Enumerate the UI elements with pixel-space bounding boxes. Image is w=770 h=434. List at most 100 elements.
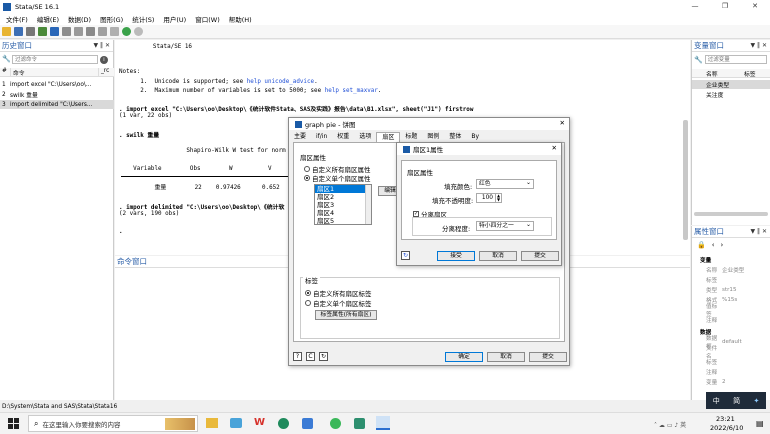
wrench-icon[interactable]: 🔧 [2, 55, 11, 63]
slice-item[interactable]: 扇区2 [315, 193, 371, 201]
variable-row[interactable]: 关注度 [692, 90, 770, 99]
slice-item[interactable]: 扇区5 [315, 217, 371, 225]
variables-manager-icon[interactable] [110, 27, 119, 36]
tab-options[interactable]: 选项 [354, 132, 376, 142]
col-label[interactable]: 标签 [744, 69, 756, 78]
ok-button[interactable]: 确定 [445, 352, 483, 362]
history-filter-input[interactable] [12, 55, 98, 64]
tab-main[interactable]: 主要 [289, 132, 311, 142]
variables-filter-input[interactable] [704, 55, 767, 64]
opacity-spinner[interactable]: 100 ▲ ▼ [476, 193, 502, 203]
reset-icon[interactable]: ↻ [401, 251, 410, 260]
col-number[interactable]: # [0, 68, 10, 76]
menu-data[interactable]: 数据(D) [68, 14, 91, 24]
history-row[interactable]: 2 swilk 重量 [0, 90, 114, 100]
ime-mode[interactable]: 中 [713, 396, 720, 406]
help-link[interactable]: help set_maxvar [325, 88, 378, 94]
print-icon[interactable] [26, 27, 35, 36]
notification-icon[interactable]: ▤ [756, 419, 764, 428]
prop-value[interactable]: default [720, 339, 742, 345]
cancel-button[interactable]: 取消 [479, 251, 517, 261]
history-row[interactable]: 1 import excel "C:\Users\oo\... [0, 80, 114, 89]
pane-controls-icon[interactable]: ▼ ‖ ✕ [94, 42, 110, 49]
radio-single-slice[interactable]: 自定义单个扇区属性 [304, 173, 371, 183]
slice-item[interactable]: 扇区3 [315, 201, 371, 209]
prop-value[interactable]: 2 [720, 379, 726, 385]
variable-row-selected[interactable]: 企业类型 [692, 80, 770, 89]
ime-indicator[interactable]: 中 简 ✦ [706, 392, 766, 409]
radio-all-labels[interactable]: 自定义所有扇区标签 [305, 288, 372, 298]
app-icon[interactable] [302, 418, 313, 429]
tab-by[interactable]: By [466, 132, 484, 142]
section-variable[interactable]: 变量 [692, 256, 711, 264]
app-icon[interactable] [278, 418, 289, 429]
tab-weights[interactable]: 权重 [332, 132, 354, 142]
menu-file[interactable]: 文件(F) [6, 14, 28, 24]
pane-controls-icon[interactable]: ▼ ‖ ✕ [751, 42, 767, 49]
forward-icon[interactable]: › [721, 241, 724, 249]
history-row-selected[interactable]: 3 import delimited "C:\Users... [0, 100, 114, 109]
open-icon[interactable] [2, 27, 11, 36]
back-icon[interactable]: ‹ [712, 241, 715, 249]
scrollbar[interactable] [694, 212, 768, 216]
tab-if-in[interactable]: if/in [311, 132, 332, 142]
ime-charset[interactable]: 简 [733, 396, 740, 406]
close-icon[interactable]: ✕ [552, 144, 557, 152]
minimize-button[interactable]: — [680, 0, 710, 13]
data-browser-icon[interactable] [98, 27, 107, 36]
col-rc[interactable]: _rc [98, 68, 109, 76]
more-icon[interactable] [122, 27, 131, 36]
file-explorer-icon[interactable] [206, 418, 218, 428]
col-command[interactable]: 命令 [10, 68, 98, 77]
log-icon[interactable] [38, 27, 47, 36]
taskbar-search[interactable]: ⌕ 在这里输入你要搜索的内容 [28, 415, 198, 432]
col-name[interactable]: 名称 [692, 69, 744, 78]
scrollbar[interactable] [683, 120, 688, 240]
pane-controls-icon[interactable]: ▼ ‖ ✕ [751, 228, 767, 235]
menu-statistics[interactable]: 统计(S) [132, 14, 154, 24]
stata-taskbar-icon[interactable] [376, 416, 390, 430]
close-button[interactable]: ✕ [740, 0, 770, 13]
submit-button[interactable]: 提交 [529, 352, 567, 362]
windows-start-icon[interactable] [8, 418, 19, 429]
app-icon[interactable] [354, 418, 365, 429]
clock-date[interactable]: 2022/6/10 [710, 424, 743, 432]
close-icon[interactable]: ✕ [560, 119, 565, 127]
graph-icon[interactable] [62, 27, 71, 36]
wps-icon[interactable]: W [254, 417, 266, 429]
slice-listbox[interactable]: 扇区1 扇区2 扇区3 扇区4 扇区5 [314, 184, 372, 225]
accept-button[interactable]: 接受 [437, 251, 475, 261]
slice-item-selected[interactable]: 扇区1 [315, 185, 371, 193]
lock-icon[interactable]: 🔒 [697, 241, 706, 249]
menu-user[interactable]: 用户(U) [163, 14, 186, 24]
cancel-button[interactable]: 取消 [487, 352, 525, 362]
help-icon[interactable]: ? [293, 352, 302, 361]
fill-color-select[interactable]: 红色 [476, 178, 534, 189]
tray-icons[interactable]: ˄ ☁ ▭ ♪ 英 [654, 420, 686, 429]
submit-button[interactable]: 提交 [521, 251, 559, 261]
menu-graphics[interactable]: 图形(G) [100, 14, 123, 24]
clock-time[interactable]: 23:21 [716, 415, 735, 423]
tab-legend[interactable]: 图例 [422, 132, 444, 142]
radio-single-label[interactable]: 自定义单个扇区标签 [305, 298, 372, 308]
scrollbar[interactable] [365, 185, 371, 224]
info-icon[interactable]: i [100, 55, 108, 64]
save-icon[interactable] [14, 27, 23, 36]
distance-select[interactable]: 特小四分之一 [476, 220, 534, 231]
break-icon[interactable] [134, 27, 143, 36]
copy-command-icon[interactable]: C [306, 352, 315, 361]
menu-edit[interactable]: 编辑(E) [37, 14, 59, 24]
tab-titles[interactable]: 标题 [400, 132, 422, 142]
reset-icon[interactable]: ↻ [319, 352, 328, 361]
ime-settings-icon[interactable]: ✦ [753, 397, 759, 405]
tab-slices[interactable]: 扇区 [376, 132, 401, 142]
tab-overall[interactable]: 整体 [444, 132, 466, 142]
menu-help[interactable]: 帮助(H) [229, 14, 252, 24]
help-link[interactable]: help unicode_advice [247, 79, 314, 85]
prop-value[interactable]: str15 [720, 287, 737, 293]
label-properties-button[interactable]: 标签属性(所有扇区) [315, 310, 377, 320]
prop-value[interactable]: 企业类型 [720, 266, 744, 274]
prop-value[interactable]: %15s [720, 297, 737, 303]
wrench-icon[interactable]: 🔧 [694, 56, 703, 64]
viewer-icon[interactable] [50, 27, 59, 36]
